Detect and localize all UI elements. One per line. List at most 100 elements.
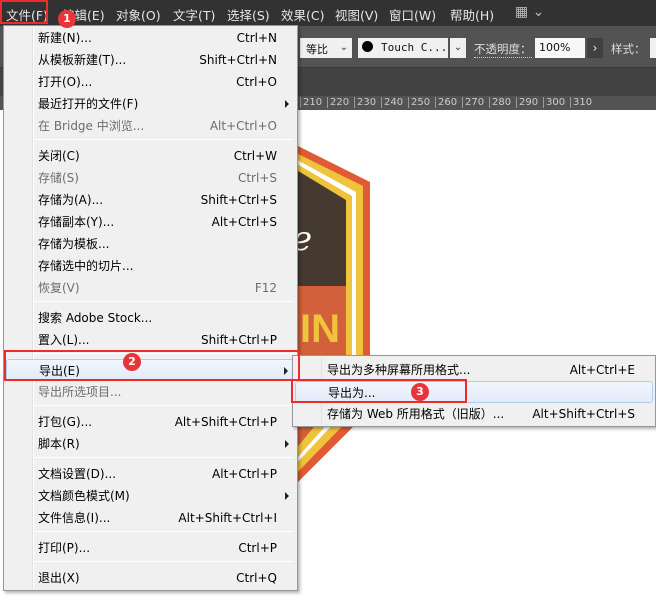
submenu-arrow-icon xyxy=(285,492,289,500)
menu-item[interactable]: 脚本(R) xyxy=(6,433,295,455)
menu-item-label: 文档设置(D)... xyxy=(38,467,117,481)
menu-bar: 文件(F) 编辑(E) 对象(O) 文字(T) 选择(S) 效果(C) 视图(V) 窗口(W)… xyxy=(0,0,656,26)
menu-item-shortcut: Shift+Ctrl+P xyxy=(201,333,277,347)
menu-item-label: 存储为模板... xyxy=(38,237,110,251)
menu-item-label: 导出所选项目... xyxy=(38,385,122,399)
submenu-arrow-icon xyxy=(285,100,289,108)
menu-separator xyxy=(34,405,293,406)
menu-item[interactable]: 打印(P)... Ctrl+P xyxy=(6,537,295,559)
stroke-profile[interactable]: 等比 xyxy=(306,41,328,57)
menu-item[interactable]: 置入(L)... Shift+Ctrl+P xyxy=(6,329,295,351)
ruler-tick: 280 xyxy=(489,97,511,108)
menu-item[interactable]: 存储为模板... xyxy=(6,233,295,255)
highlight-export-item xyxy=(4,350,300,381)
menu-item-label: 打印(P)... xyxy=(38,541,91,555)
menu-item-shortcut: Ctrl+P xyxy=(238,541,277,555)
menu-item: 导出所选项目... xyxy=(6,381,295,403)
menu-item[interactable]: 搜索 Adobe Stock... xyxy=(6,307,295,329)
menu-item-shortcut: Alt+Shift+Ctrl+P xyxy=(174,415,277,429)
menu-8[interactable]: 帮助(H) xyxy=(450,5,494,24)
menu-4[interactable]: 选择(S) xyxy=(227,5,270,24)
brush-select[interactable]: Touch C... xyxy=(358,38,448,58)
menu-separator xyxy=(34,139,293,140)
menu-item-shortcut: Shift+Ctrl+S xyxy=(200,193,277,207)
menu-item[interactable]: 导出为多种屏幕所用格式... Alt+Ctrl+E xyxy=(295,359,653,381)
menu-item: 在 Bridge 中浏览... Alt+Ctrl+O xyxy=(6,115,295,137)
ruler-tick: 300 xyxy=(543,97,565,108)
ruler-tick: 210 xyxy=(300,97,322,108)
highlight-file-menu xyxy=(0,0,48,24)
menu-item-shortcut: Alt+Ctrl+S xyxy=(211,215,277,229)
svg-text:IN: IN xyxy=(300,307,340,351)
menu-item-shortcut: Ctrl+N xyxy=(236,31,277,45)
menu-5[interactable]: 效果(C) xyxy=(281,5,324,24)
style-label: 样式： xyxy=(611,42,646,56)
menu-item-label: 存储选中的切片... xyxy=(38,259,134,273)
ruler-tick: 230 xyxy=(354,97,376,108)
opacity-input[interactable]: 100% xyxy=(535,38,585,58)
workspace-switcher-icon[interactable]: ▦ ⌄ xyxy=(515,4,544,20)
ruler-tick: 270 xyxy=(462,97,484,108)
menu-item[interactable]: 最近打开的文件(F) xyxy=(6,93,295,115)
menu-item-shortcut: F12 xyxy=(254,281,277,295)
step-badge-2: 2 xyxy=(123,353,141,371)
menu-separator xyxy=(34,301,293,302)
menu-item-label: 最近打开的文件(F) xyxy=(38,97,139,111)
brush-dot-icon xyxy=(362,41,373,52)
menu-item[interactable]: 文档设置(D)... Alt+Ctrl+P xyxy=(6,463,295,485)
menu-item-label: 存储为 Web 所用格式（旧版）... xyxy=(327,407,505,421)
menu-item[interactable]: 文档颜色模式(M) xyxy=(6,485,295,507)
ruler-tick: 310 xyxy=(570,97,592,108)
menu-item-label: 脚本(R) xyxy=(38,437,80,451)
menu-item[interactable]: 存储选中的切片... xyxy=(6,255,295,277)
menu-2[interactable]: 对象(O) xyxy=(116,5,161,24)
chevron-down-icon[interactable]: ⌄ xyxy=(450,38,466,58)
menu-item-label: 退出(X) xyxy=(38,571,80,585)
menu-item-label: 恢复(V) xyxy=(38,281,80,295)
menu-item-label: 搜索 Adobe Stock... xyxy=(38,311,153,325)
menu-item[interactable]: 新建(N)... Ctrl+N xyxy=(6,27,295,49)
ruler-tick: 290 xyxy=(516,97,538,108)
menu-item[interactable]: 关闭(C) Ctrl+W xyxy=(6,145,295,167)
menu-6[interactable]: 视图(V) xyxy=(335,5,378,24)
step-badge-1: 1 xyxy=(58,10,76,28)
menu-item[interactable]: 打开(O)... Ctrl+O xyxy=(6,71,295,93)
menu-item-label: 新建(N)... xyxy=(38,31,92,45)
menu-item[interactable]: 存储副本(Y)... Alt+Ctrl+S xyxy=(6,211,295,233)
menu-item-label: 存储为(A)... xyxy=(38,193,104,207)
chevron-down-icon[interactable]: ⌄ xyxy=(336,38,352,58)
menu-item-label: 从模板新建(T)... xyxy=(38,53,127,67)
menu-item-shortcut: Ctrl+W xyxy=(233,149,277,163)
ruler-tick: 260 xyxy=(435,97,457,108)
menu-item-label: 存储副本(Y)... xyxy=(38,215,115,229)
menu-3[interactable]: 文字(T) xyxy=(173,5,215,24)
menu-item-shortcut: Alt+Ctrl+P xyxy=(212,467,277,481)
menu-item-shortcut: Ctrl+O xyxy=(236,75,277,89)
menu-item[interactable]: 打包(G)... Alt+Shift+Ctrl+P xyxy=(6,411,295,433)
chevron-right-icon[interactable]: › xyxy=(587,38,603,58)
menu-item-label: 文件信息(I)... xyxy=(38,511,111,525)
menu-separator xyxy=(34,561,293,562)
menu-item-label: 置入(L)... xyxy=(38,333,90,347)
menu-7[interactable]: 窗口(W) xyxy=(389,5,436,24)
brush-name: Touch C... xyxy=(381,41,448,54)
menu-item[interactable]: 存储为 Web 所用格式（旧版）... Alt+Shift+Ctrl+S xyxy=(295,403,653,425)
menu-item[interactable]: 退出(X) Ctrl+Q xyxy=(6,567,295,589)
menu-item-label: 打开(O)... xyxy=(38,75,93,89)
menu-item[interactable]: 从模板新建(T)... Shift+Ctrl+N xyxy=(6,49,295,71)
menu-item: 恢复(V) F12 xyxy=(6,277,295,299)
menu-separator xyxy=(34,457,293,458)
step-badge-3: 3 xyxy=(411,383,429,401)
ruler-tick: 240 xyxy=(381,97,403,108)
opacity-label: 不透明度： xyxy=(474,42,532,58)
menu-item-shortcut: Ctrl+S xyxy=(237,171,277,185)
menu-item[interactable]: 文件信息(I)... Alt+Shift+Ctrl+I xyxy=(6,507,295,529)
menu-item-shortcut: Alt+Ctrl+O xyxy=(209,119,277,133)
submenu-arrow-icon xyxy=(285,440,289,448)
menu-item-label: 导出为多种屏幕所用格式... xyxy=(327,363,471,377)
menu-item-label: 存储(S) xyxy=(38,171,79,185)
menu-separator xyxy=(34,531,293,532)
file-menu: 新建(N)... Ctrl+N 从模板新建(T)... Shift+Ctrl+N 打开(… xyxy=(3,25,298,591)
menu-item-label: 文档颜色模式(M) xyxy=(38,489,130,503)
menu-item[interactable]: 存储为(A)... Shift+Ctrl+S xyxy=(6,189,295,211)
